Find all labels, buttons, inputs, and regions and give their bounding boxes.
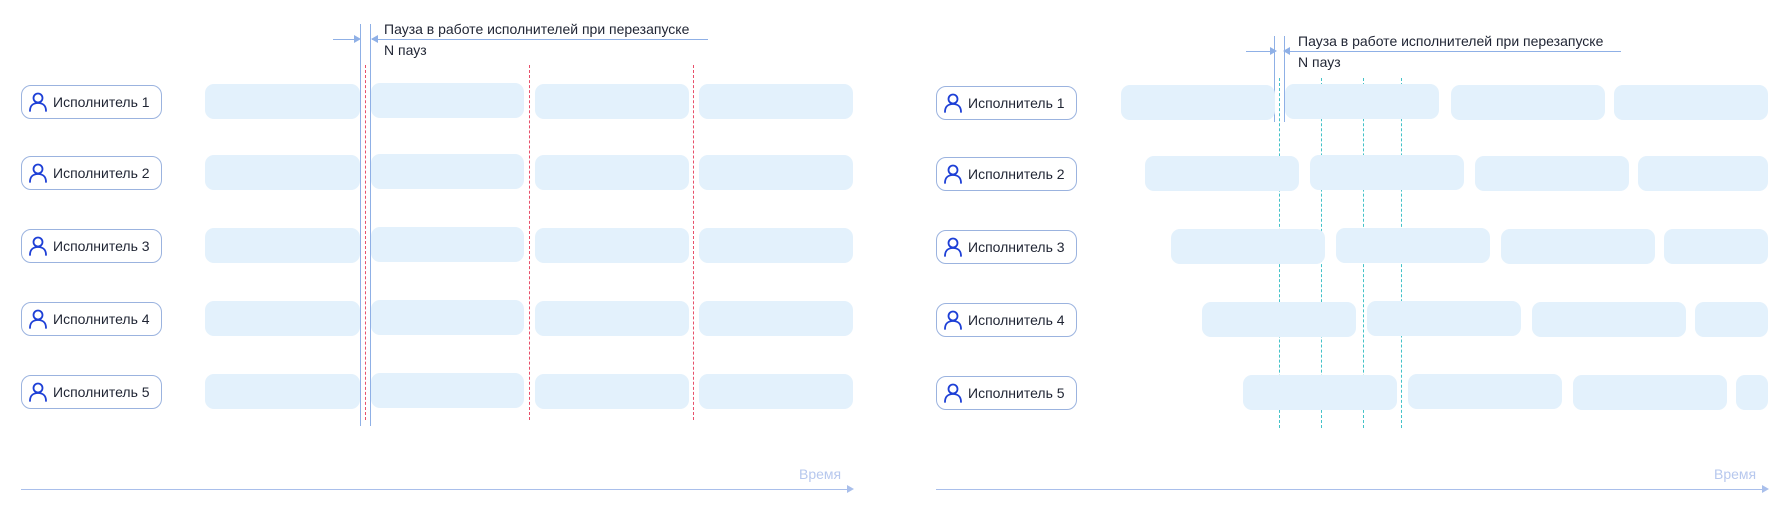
pause-arrow-line-right	[1285, 51, 1621, 52]
task-bar	[1367, 301, 1521, 336]
executor-3: Исполнитель 3	[936, 230, 1077, 264]
time-axis-label: Время	[1714, 466, 1757, 482]
person-icon	[27, 235, 49, 257]
task-bar	[205, 301, 360, 336]
task-bar	[535, 301, 689, 336]
task-bar	[1171, 229, 1325, 264]
task-bar	[535, 374, 689, 409]
restart-line	[529, 65, 530, 420]
task-bar	[1695, 302, 1768, 337]
executor-5: Исполнитель 5	[936, 376, 1077, 410]
time-axis	[936, 489, 1764, 490]
executor-label: Исполнитель 3	[968, 239, 1065, 255]
pause-end-line	[370, 24, 371, 426]
executor-label: Исполнитель 5	[968, 385, 1065, 401]
task-bar	[699, 374, 853, 409]
task-bar	[1614, 85, 1768, 120]
task-bar	[205, 374, 360, 409]
executor-label: Исполнитель 2	[968, 166, 1065, 182]
person-icon	[27, 162, 49, 184]
person-icon	[942, 309, 964, 331]
task-bar	[1664, 229, 1768, 264]
person-icon	[27, 308, 49, 330]
task-bar	[205, 84, 360, 119]
task-bar	[535, 228, 689, 263]
pause-start-line	[360, 24, 361, 426]
executor-label: Исполнитель 1	[53, 94, 150, 110]
pause-count-annotation: N пауз	[1298, 54, 1341, 70]
restart-line	[365, 65, 366, 420]
person-icon	[942, 236, 964, 258]
executor-3: Исполнитель 3	[21, 229, 162, 263]
task-bar	[535, 84, 689, 119]
executor-1: Исполнитель 1	[936, 86, 1077, 120]
pause-annotation: Пауза в работе исполнителей при перезапу…	[384, 21, 690, 37]
task-bar	[1501, 229, 1655, 264]
person-icon	[942, 92, 964, 114]
task-bar	[1336, 228, 1490, 263]
executor-2: Исполнитель 2	[936, 157, 1077, 191]
task-bar	[371, 300, 524, 335]
executor-label: Исполнитель 5	[53, 384, 150, 400]
task-bar	[1310, 155, 1464, 190]
executor-2: Исполнитель 2	[21, 156, 162, 190]
executor-1: Исполнитель 1	[21, 85, 162, 119]
task-bar	[1736, 375, 1768, 410]
diagram-simultaneous-restart: Пауза в работе исполнителей при перезапу…	[0, 0, 893, 505]
task-bar	[699, 228, 853, 263]
task-bar	[1475, 156, 1629, 191]
task-bar	[1532, 302, 1686, 337]
pause-arrow-line-right	[372, 39, 708, 40]
executor-label: Исполнитель 4	[53, 311, 150, 327]
executor-label: Исполнитель 4	[968, 312, 1065, 328]
task-bar	[1243, 375, 1397, 410]
task-bar	[699, 84, 853, 119]
person-icon	[27, 381, 49, 403]
time-axis-label: Время	[799, 466, 842, 482]
task-bar	[1285, 84, 1439, 119]
pause-count-annotation: N пауз	[384, 42, 427, 58]
time-axis-arrow-icon	[1762, 485, 1769, 493]
task-bar	[699, 301, 853, 336]
time-axis-arrow-icon	[847, 485, 854, 493]
task-bar	[1638, 156, 1768, 191]
task-bar	[699, 155, 853, 190]
task-bar	[205, 228, 360, 263]
task-bar	[1451, 85, 1605, 120]
task-bar	[1408, 374, 1562, 409]
executor-label: Исполнитель 3	[53, 238, 150, 254]
executor-5: Исполнитель 5	[21, 375, 162, 409]
executor-label: Исполнитель 1	[968, 95, 1065, 111]
task-bar	[1145, 156, 1299, 191]
person-icon	[27, 91, 49, 113]
task-bar	[371, 373, 524, 408]
diagram-rolling-restart: Пауза в работе исполнителей при перезапу…	[915, 0, 1787, 505]
task-bar	[1121, 85, 1275, 120]
executor-4: Исполнитель 4	[936, 303, 1077, 337]
time-axis	[21, 489, 849, 490]
task-bar	[535, 155, 689, 190]
pause-annotation: Пауза в работе исполнителей при перезапу…	[1298, 33, 1604, 49]
task-bar	[371, 83, 524, 118]
pause-arrow-head-right	[371, 35, 378, 43]
person-icon	[942, 382, 964, 404]
restart-line	[693, 65, 694, 420]
executor-4: Исполнитель 4	[21, 302, 162, 336]
task-bar	[371, 227, 524, 262]
person-icon	[942, 163, 964, 185]
task-bar	[205, 155, 360, 190]
task-bar	[371, 154, 524, 189]
executor-label: Исполнитель 2	[53, 165, 150, 181]
task-bar	[1573, 375, 1727, 410]
task-bar	[1202, 302, 1356, 337]
